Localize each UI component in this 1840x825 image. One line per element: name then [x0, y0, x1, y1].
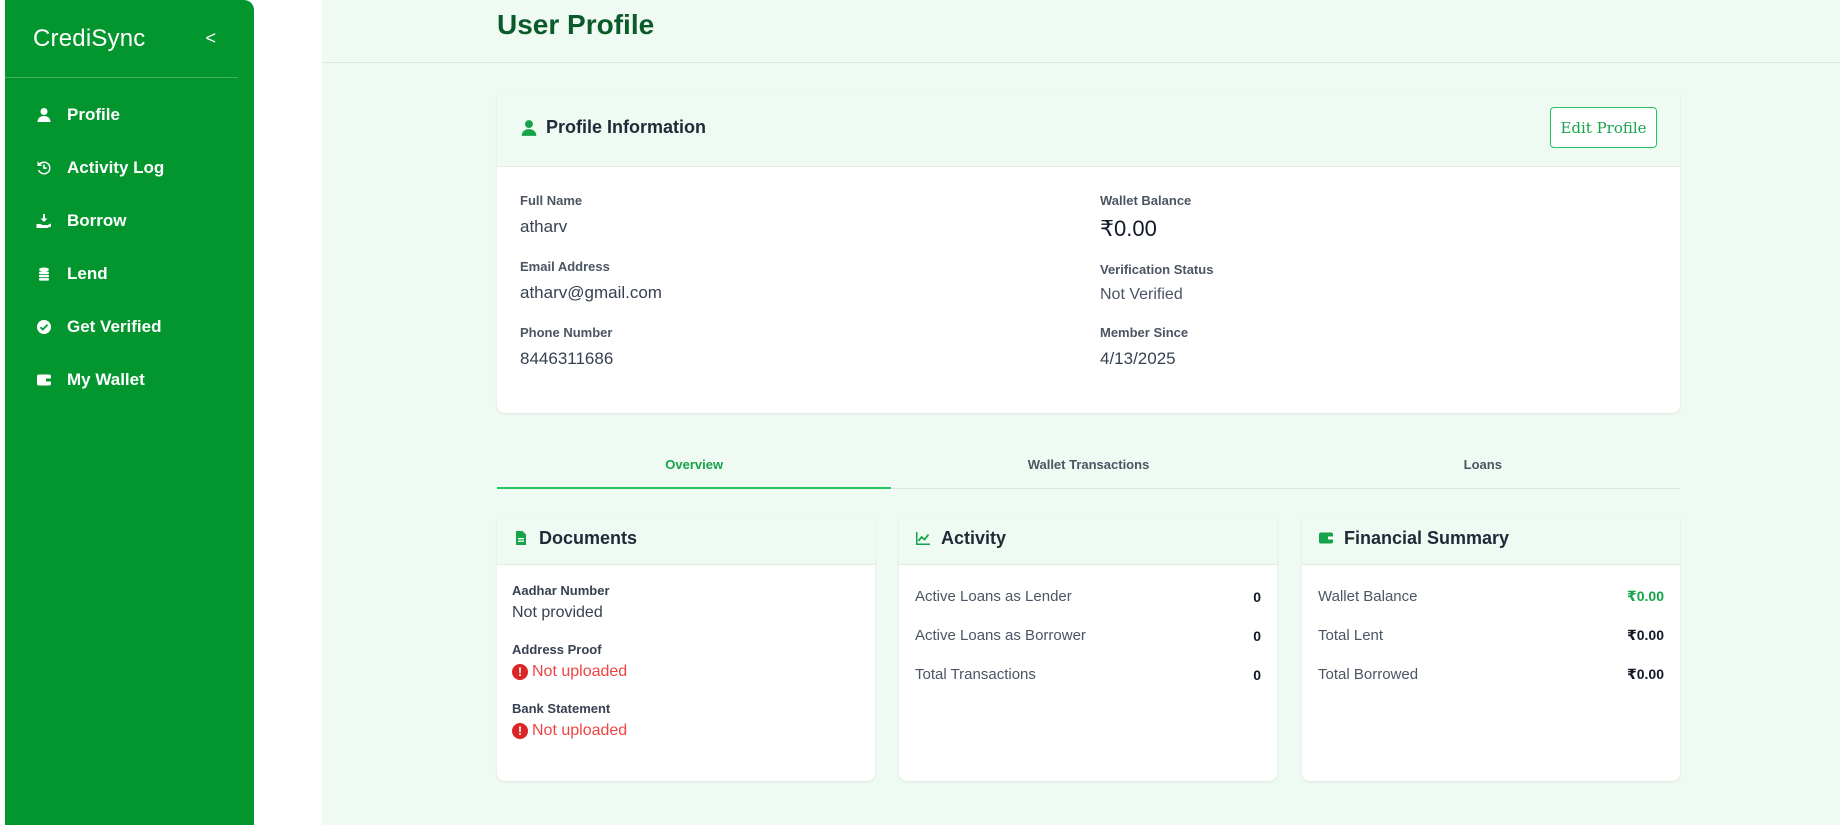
sidebar-item-borrow[interactable]: Borrow — [5, 194, 254, 247]
aadhar-label: Aadhar Number — [512, 583, 610, 598]
financial-value: ₹0.00 — [1627, 666, 1664, 682]
profile-card-title-text: Profile Information — [546, 117, 707, 137]
activity-label: Active Loans as Borrower — [915, 627, 1086, 644]
bank-statement-status: ! Not uploaded — [512, 722, 860, 740]
activity-label: Total Transactions — [915, 666, 1036, 683]
sidebar-item-lend[interactable]: Lend — [5, 247, 254, 300]
verification-status-field: Verification Status Not Verified — [1100, 262, 1213, 304]
address-proof-status: ! Not uploaded — [512, 663, 860, 681]
financial-label: Total Borrowed — [1318, 666, 1419, 683]
financial-value: ₹0.00 — [1627, 627, 1664, 643]
sidebar-brand: CrediSync < — [5, 0, 238, 78]
sidebar-item-label: Get Verified — [67, 316, 162, 336]
full-name-field: Full Name atharv — [520, 193, 582, 237]
alert-icon: ! — [512, 723, 528, 739]
activity-row: Active Loans as Borrower 0 — [899, 616, 1277, 655]
sidebar-item-label: Profile — [67, 104, 120, 124]
wallet-balance-field: Wallet Balance ₹0.00 — [1100, 193, 1191, 242]
address-proof-label: Address Proof — [512, 642, 602, 657]
check-circle-icon — [35, 318, 53, 336]
bank-statement-label: Bank Statement — [512, 701, 611, 716]
sidebar-collapse-button[interactable]: < — [205, 28, 216, 49]
address-proof-value: Not uploaded — [532, 663, 628, 680]
coins-icon — [35, 265, 53, 283]
financial-row: Wallet Balance ₹0.00 — [1302, 577, 1680, 616]
top-bar: User Profile — [322, 0, 1840, 63]
sidebar-nav: Profile Activity Log Borrow Lend Get Ver… — [5, 78, 254, 406]
alert-icon: ! — [512, 664, 528, 680]
document-icon — [513, 530, 531, 548]
sidebar: CrediSync < Profile Activity Log Borrow … — [5, 0, 254, 825]
financial-label: Wallet Balance — [1318, 588, 1418, 605]
phone-field: Phone Number 8446311686 — [520, 325, 613, 369]
verification-status-label: Verification Status — [1100, 262, 1214, 277]
profile-card-title: Profile Information — [520, 117, 706, 138]
user-icon — [35, 106, 53, 124]
sidebar-item-get-verified[interactable]: Get Verified — [5, 300, 254, 353]
sidebar-item-label: Lend — [67, 263, 108, 283]
verification-status-value: Not Verified — [1100, 286, 1183, 303]
activity-row: Active Loans as Lender 0 — [899, 577, 1277, 616]
financial-row: Total Lent ₹0.00 — [1302, 616, 1680, 655]
hand-money-icon — [35, 212, 53, 230]
full-name-value: atharv — [520, 217, 568, 236]
sidebar-item-profile[interactable]: Profile — [5, 88, 254, 141]
user-icon — [520, 119, 538, 137]
activity-label: Active Loans as Lender — [915, 588, 1072, 605]
financial-row: Total Borrowed ₹0.00 — [1302, 655, 1680, 694]
sidebar-item-label: Activity Log — [67, 157, 165, 177]
sidebar-item-label: My Wallet — [67, 369, 145, 389]
member-since-label: Member Since — [1100, 325, 1189, 340]
financial-summary-title: Financial Summary — [1344, 528, 1510, 548]
activity-title: Activity — [941, 528, 1007, 548]
sidebar-item-my-wallet[interactable]: My Wallet — [5, 353, 254, 406]
tab-overview[interactable]: Overview — [497, 441, 892, 489]
tab-wallet-transactions[interactable]: Wallet Transactions — [891, 441, 1285, 488]
documents-card: Documents Aadhar Number Not provided Add… — [497, 513, 875, 781]
full-name-label: Full Name — [520, 193, 583, 208]
wallet-icon — [1318, 530, 1336, 548]
profile-card-header: Profile Information Edit Profile — [497, 89, 1680, 167]
financial-summary-header: Financial Summary — [1302, 513, 1680, 565]
activity-row: Total Transactions 0 — [899, 655, 1277, 694]
financial-value: ₹0.00 — [1627, 588, 1664, 604]
activity-value: 0 — [1253, 588, 1261, 605]
financial-label: Total Lent — [1318, 627, 1384, 644]
email-field: Email Address atharv@gmail.com — [520, 259, 662, 303]
profile-card: Profile Information Edit Profile Full Na… — [497, 89, 1680, 413]
activity-header: Activity — [899, 513, 1277, 565]
chart-line-icon — [915, 530, 933, 548]
activity-list: Active Loans as Lender 0 Active Loans as… — [899, 565, 1277, 694]
documents-title: Documents — [539, 528, 638, 548]
sidebar-item-label: Borrow — [67, 210, 127, 230]
page-title: User Profile — [497, 9, 655, 40]
documents-body: Aadhar Number Not provided Address Proof… — [497, 565, 875, 778]
activity-value: 0 — [1253, 666, 1261, 683]
email-value: atharv@gmail.com — [520, 283, 662, 302]
phone-value: 8446311686 — [520, 349, 614, 368]
wallet-icon — [35, 371, 53, 389]
bank-statement-value: Not uploaded — [532, 722, 628, 739]
main-content: User Profile Profile Information Edit Pr… — [322, 0, 1840, 825]
tab-loans[interactable]: Loans — [1286, 441, 1680, 488]
financial-list: Wallet Balance ₹0.00 Total Lent ₹0.00 To… — [1302, 565, 1680, 694]
wallet-balance-label: Wallet Balance — [1100, 193, 1192, 208]
member-since-value: 4/13/2025 — [1100, 349, 1176, 368]
financial-summary-card: Financial Summary Wallet Balance ₹0.00 T… — [1302, 513, 1680, 781]
aadhar-value: Not provided — [512, 604, 603, 621]
wallet-balance-value: ₹0.00 — [1100, 216, 1157, 241]
profile-tabs: Overview Wallet Transactions Loans — [497, 441, 1680, 489]
brand-name: CrediSync — [33, 24, 146, 52]
activity-value: 0 — [1253, 627, 1261, 644]
member-since-field: Member Since 4/13/2025 — [1100, 325, 1188, 369]
edit-profile-button[interactable]: Edit Profile — [1550, 107, 1657, 148]
email-label: Email Address — [520, 259, 610, 274]
documents-header: Documents — [497, 513, 875, 565]
phone-label: Phone Number — [520, 325, 613, 340]
history-icon — [35, 159, 53, 177]
activity-card: Activity Active Loans as Lender 0 Active… — [899, 513, 1277, 781]
sidebar-item-activity-log[interactable]: Activity Log — [5, 141, 254, 194]
